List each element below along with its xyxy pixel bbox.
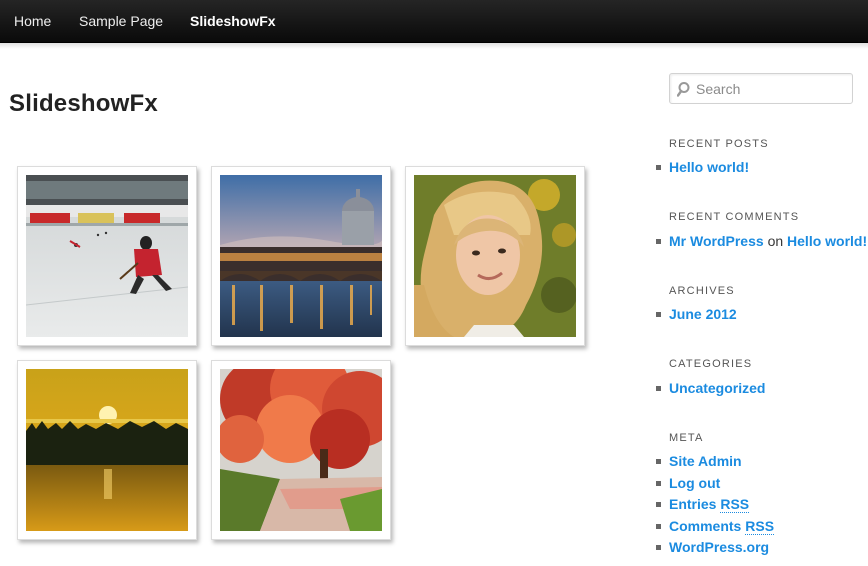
hockey-image [26, 175, 188, 337]
gallery-thumbnail-hockey[interactable] [17, 166, 197, 346]
bullet [656, 239, 661, 244]
autumn-image [220, 369, 382, 531]
nav-item-sample-page[interactable]: Sample Page [79, 0, 163, 42]
comment-connector: on [767, 233, 784, 249]
log-out-link[interactable]: Log out [669, 475, 720, 491]
entries-rss-abbr: RSS [720, 496, 750, 513]
widget-title-meta: META [669, 432, 704, 444]
rome-image [220, 175, 382, 337]
site-admin-link[interactable]: Site Admin [669, 453, 742, 469]
bullet [656, 459, 661, 464]
recent-post-link[interactable]: Hello world! [669, 159, 749, 175]
bullet [656, 523, 661, 529]
bullet [656, 165, 661, 170]
nav-item-home[interactable]: Home [14, 0, 51, 42]
gallery-thumbnail-portrait[interactable] [405, 166, 585, 346]
search-box[interactable] [669, 73, 853, 104]
wordpress-org-link[interactable]: WordPress.org [669, 539, 769, 555]
bullet [656, 312, 661, 317]
search-icon [677, 82, 690, 97]
comments-rss-link[interactable]: Comments RSS [669, 517, 775, 535]
archive-link[interactable]: June 2012 [669, 306, 737, 322]
bullet [656, 502, 661, 507]
portrait-image [414, 175, 576, 337]
entries-rss-link[interactable]: Entries RSS [669, 496, 750, 513]
widget-title-categories: CATEGORIES [669, 358, 753, 370]
bullet [656, 545, 661, 550]
gallery-thumbnail-rome[interactable] [211, 166, 391, 346]
recent-comment-entry: Mr WordPress on Hello world! [669, 233, 867, 249]
gallery-thumbnail-autumn[interactable] [211, 360, 391, 540]
bullet [656, 480, 661, 486]
gallery-thumbnail-sunset[interactable] [17, 360, 197, 540]
sunset-image [26, 369, 188, 531]
page-title: SlideshowFx [9, 90, 158, 117]
bullet [656, 386, 661, 391]
comment-author-link[interactable]: Mr WordPress [669, 233, 764, 249]
category-link[interactable]: Uncategorized [669, 380, 765, 396]
comments-rss-prefix: Comments [669, 517, 742, 534]
widget-title-recent-comments: RECENT COMMENTS [669, 211, 800, 223]
nav-shadow [0, 43, 868, 49]
widget-title-archives: ARCHIVES [669, 285, 735, 297]
entries-rss-prefix: Entries [669, 496, 717, 512]
top-navigation-bar: Home Sample Page SlideshowFx [0, 0, 868, 43]
search-input[interactable] [696, 78, 846, 100]
nav-item-slideshowfx[interactable]: SlideshowFx [190, 0, 276, 42]
widget-title-recent-posts: RECENT POSTS [669, 138, 769, 150]
comment-post-link[interactable]: Hello world! [787, 233, 867, 249]
comments-rss-abbr: RSS [745, 517, 775, 535]
